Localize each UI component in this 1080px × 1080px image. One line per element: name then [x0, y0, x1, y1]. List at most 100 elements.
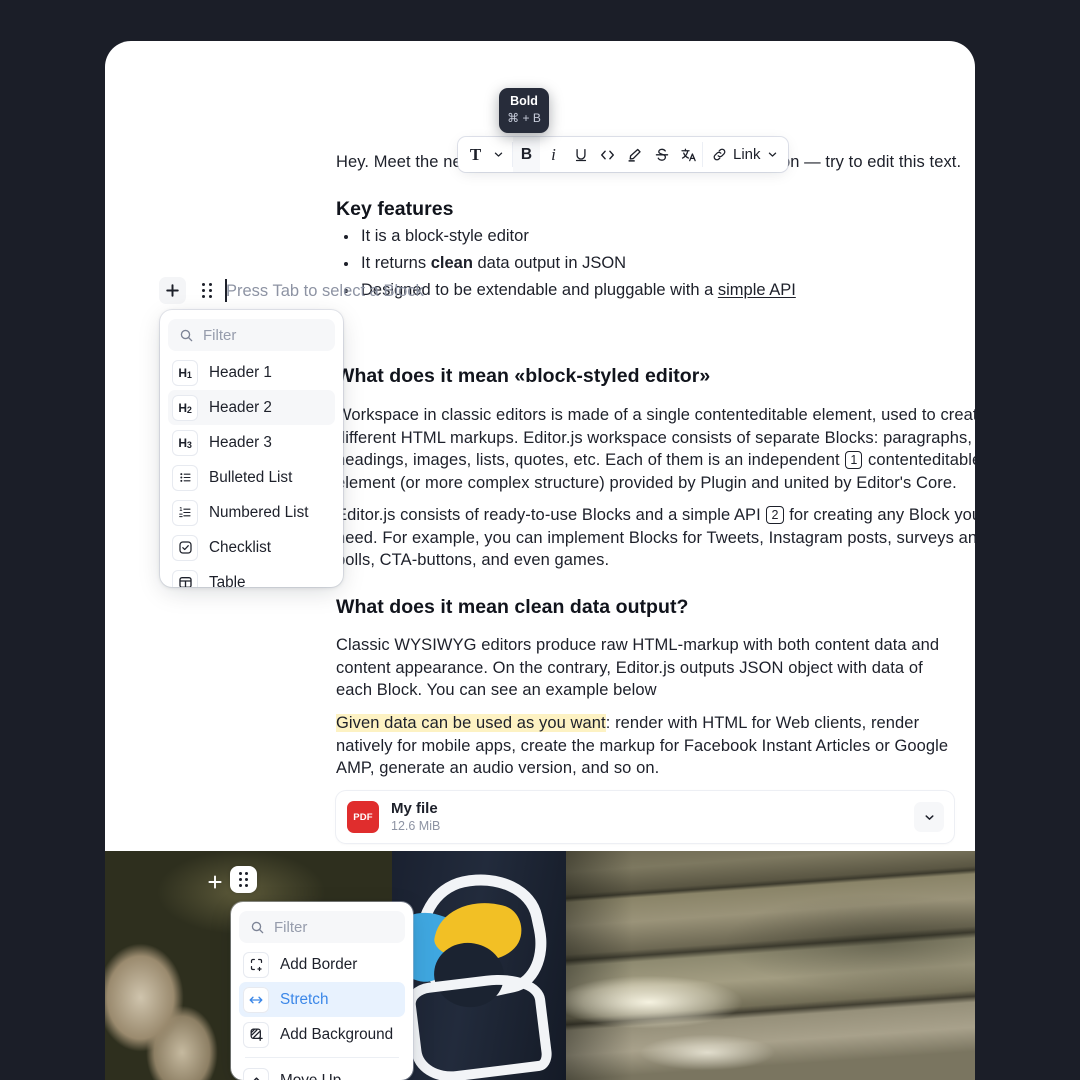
- table-icon: [172, 569, 198, 587]
- photo-log-shade: [557, 851, 975, 1080]
- strikethrough-icon[interactable]: [648, 137, 675, 172]
- line-text-tail: contenteditable: [863, 451, 975, 469]
- toolbox-item-label: Bulleted List: [209, 468, 293, 486]
- list-item[interactable]: It is a block-style editor: [336, 223, 896, 250]
- link-icon: [712, 147, 727, 162]
- header-3-icon: H3: [172, 429, 198, 456]
- toolbox-item-label: Header 1: [209, 363, 272, 381]
- link-label: Link: [733, 146, 761, 163]
- toolbox-popover[interactable]: H1 Header 1 H2 Header 2 H3 Header 3 Bull…: [160, 310, 343, 587]
- search-input[interactable]: [274, 918, 394, 936]
- header-2-icon: H2: [172, 394, 198, 421]
- tooltip-title: Bold: [510, 94, 538, 108]
- plus-icon: [165, 283, 180, 298]
- convert-to-group[interactable]: T: [458, 137, 512, 172]
- list-item-label-tail: data output in JSON: [472, 254, 627, 272]
- tunes-search[interactable]: [239, 911, 405, 943]
- add-background-icon: [243, 1021, 269, 1048]
- toolbox-item-bulleted-list[interactable]: Bulleted List: [168, 460, 335, 495]
- block-styled-heading[interactable]: What does it mean «block-styled editor»: [336, 365, 710, 388]
- toolbox-item-numbered-list[interactable]: 1 Numbered List: [168, 495, 335, 530]
- line: polls, CTA-buttons, and even games.: [336, 551, 610, 569]
- add-block-button-image[interactable]: [202, 869, 228, 895]
- marked-text[interactable]: Given data can be used as you want: [336, 714, 606, 732]
- toolbox-item-list[interactable]: H1 Header 1 H2 Header 2 H3 Header 3 Bull…: [160, 353, 343, 587]
- toolbox-item-header-2[interactable]: H2 Header 2: [168, 390, 335, 425]
- photo-log-wall-region: [557, 851, 975, 1080]
- block-styled-paragraph-1[interactable]: Workspace in classic editors is made of …: [336, 404, 975, 494]
- tunes-item-stretch[interactable]: Stretch: [239, 982, 405, 1017]
- toolbox-item-checklist[interactable]: Checklist: [168, 530, 335, 565]
- toolbox-item-header-1[interactable]: H1 Header 1: [168, 355, 335, 390]
- list-item[interactable]: It returns clean data output in JSON: [336, 250, 896, 277]
- line: different HTML markups. Editor.js worksp…: [336, 428, 973, 447]
- file-meta: My file 12.6 MiB: [391, 800, 440, 834]
- line: need. For example, you can implement Blo…: [336, 528, 975, 547]
- move-up-icon: [243, 1067, 269, 1080]
- toolbox-search[interactable]: [168, 319, 335, 351]
- footnote-badge[interactable]: 2: [766, 506, 784, 524]
- clean-output-paragraph[interactable]: Classic WYSIWYG editors produce raw HTML…: [336, 634, 948, 702]
- toolbox-item-label: Checklist: [209, 538, 272, 556]
- chevron-down-icon: [923, 811, 936, 824]
- search-icon: [179, 328, 194, 343]
- text-style-icon[interactable]: T: [458, 137, 485, 172]
- block-styled-paragraph-2[interactable]: Editor.js consists of ready-to-use Block…: [336, 504, 975, 572]
- footnote-badge[interactable]: 1: [845, 451, 863, 469]
- toolbox-item-header-3[interactable]: H3 Header 3: [168, 425, 335, 460]
- toolbox-item-label: Header 3: [209, 433, 272, 451]
- stretch-icon: [243, 986, 269, 1013]
- marker-pen-icon[interactable]: [621, 137, 648, 172]
- tunes-item-label: Stretch: [280, 990, 329, 1008]
- italic-icon[interactable]: i: [540, 137, 567, 172]
- empty-block-placeholder[interactable]: Press Tab to select a Block: [226, 280, 424, 302]
- tunes-item-add-background[interactable]: Add Background: [239, 1017, 405, 1052]
- file-name: My file: [391, 800, 438, 817]
- toolbox-item-table[interactable]: Table: [168, 565, 335, 587]
- chevron-down-icon[interactable]: [485, 137, 512, 172]
- image-block-drag-handle[interactable]: [230, 866, 257, 893]
- clean-output-heading[interactable]: What does it mean clean data output?: [336, 596, 688, 619]
- line-text: headings, images, lists, quotes, etc. Ea…: [336, 451, 845, 469]
- block-drag-handle[interactable]: [196, 277, 218, 304]
- list-item-label: It returns: [361, 254, 431, 272]
- chevron-down-icon[interactable]: [767, 149, 778, 160]
- given-data-paragraph[interactable]: Given data can be used as you want: rend…: [336, 712, 954, 780]
- toolbox-item-label: Header 2: [209, 398, 272, 416]
- inline-format-toolbar[interactable]: T B i Link: [458, 137, 788, 172]
- tunes-item-list[interactable]: Add Border Stretch Add Background Move U…: [231, 945, 413, 1080]
- list-item-bold: clean: [430, 254, 473, 272]
- underline-icon[interactable]: [567, 137, 594, 172]
- plus-icon: [207, 874, 223, 890]
- line: element (or more complex structure) prov…: [336, 473, 957, 492]
- line-text: Editor.js consists of ready-to-use Block…: [336, 506, 766, 524]
- simple-api-link[interactable]: simple API: [718, 281, 796, 299]
- translate-icon[interactable]: [675, 137, 702, 172]
- tooltip-shortcut: ⌘ + B: [507, 111, 541, 125]
- code-icon[interactable]: [594, 137, 621, 172]
- file-attachment-block[interactable]: PDF My file 12.6 MiB: [336, 791, 954, 843]
- format-buttons-group[interactable]: B i: [513, 137, 702, 172]
- tunes-item-add-border[interactable]: Add Border: [239, 947, 405, 982]
- link-button[interactable]: Link: [703, 137, 788, 172]
- line: Workspace in classic editors is made of …: [336, 406, 975, 424]
- tunes-item-move-up[interactable]: Move Up: [239, 1063, 405, 1080]
- key-features-heading[interactable]: Key features: [336, 198, 454, 221]
- line-text-tail: for creating any Block you: [784, 506, 975, 524]
- search-icon: [250, 920, 265, 935]
- add-block-button[interactable]: [159, 277, 186, 304]
- file-menu-button[interactable]: [914, 802, 944, 832]
- drag-handle-icon: [202, 283, 212, 298]
- line: headings, images, lists, quotes, etc. Ea…: [336, 449, 975, 472]
- search-input[interactable]: [203, 326, 324, 344]
- text-caret: [225, 279, 227, 302]
- pdf-file-icon: PDF: [347, 801, 379, 833]
- add-border-icon: [243, 951, 269, 978]
- bold-icon[interactable]: B: [513, 137, 540, 172]
- tunes-item-label: Add Background: [280, 1025, 394, 1043]
- tunes-divider: [245, 1057, 399, 1058]
- photo-banner-region: [392, 851, 567, 1080]
- banner-logo-lower-outline: [403, 968, 555, 1080]
- checklist-icon: [172, 534, 198, 561]
- block-tunes-popover[interactable]: Add Border Stretch: [231, 902, 413, 1080]
